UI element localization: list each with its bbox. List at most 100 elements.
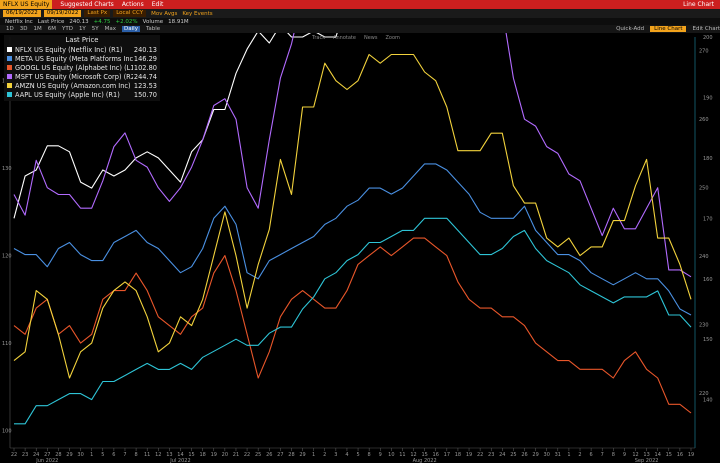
legend-swatch — [7, 56, 12, 61]
x-axis-tick-label: 25 — [255, 452, 261, 458]
right-axis-2-tick-label: 230 — [699, 323, 709, 329]
x-axis-tick-label: 11 — [144, 452, 150, 458]
legend-item[interactable]: AMZN US Equity (Amazon.com Inc) (L1) 123.… — [7, 81, 157, 90]
x-axis-tick-label: 1 — [312, 452, 315, 458]
price-field-select[interactable]: Last Px — [84, 10, 111, 17]
chart-type-select[interactable]: Line Chart — [650, 26, 687, 32]
x-axis-tick-label: 28 — [288, 452, 294, 458]
x-axis-tick-label: 8 — [368, 452, 371, 458]
key-events-toggle[interactable]: Key Events — [182, 11, 212, 17]
x-axis-tick-label: 22 — [11, 452, 17, 458]
series-line-meta — [13, 163, 692, 316]
x-axis-tick-label: 1 — [90, 452, 93, 458]
x-axis-tick-label: 6 — [112, 452, 115, 458]
x-axis-tick-label: 9 — [379, 452, 382, 458]
x-axis-tick-label: 30 — [544, 452, 550, 458]
legend-value: 123.53 — [133, 81, 157, 90]
x-axis-tick-label: 27 — [277, 452, 283, 458]
x-axis-tick-label: 15 — [666, 452, 672, 458]
x-axis-tick-label: 19 — [688, 452, 694, 458]
legend-item[interactable]: AAPL US Equity (Apple Inc) (R1) 150.70 — [7, 90, 157, 99]
chart-legend: Last Price NFLX US Equity (Netflix Inc) … — [4, 35, 160, 101]
x-axis-tick-label: 31 — [555, 452, 561, 458]
right-axis-1-tick-label: 160 — [703, 277, 713, 283]
volume-label: Volume — [142, 18, 164, 25]
legend-item[interactable]: MSFT US Equity (Microsoft Corp) (R2) 244.… — [7, 72, 157, 81]
window-title: Line Chart — [683, 1, 714, 8]
x-axis-tick-label: 10 — [388, 452, 394, 458]
x-axis-tick-label: 16 — [677, 452, 683, 458]
track-tool[interactable]: Track — [312, 35, 325, 41]
period-ytd[interactable]: YTD — [62, 26, 73, 32]
currency-select[interactable]: Local CCY — [113, 10, 147, 17]
right-axis-1-tick-label: 140 — [703, 398, 713, 404]
legend-value: 240.13 — [133, 45, 157, 54]
legend-swatch — [7, 74, 12, 79]
x-axis-tick-label: 26 — [266, 452, 272, 458]
zoom-tool[interactable]: Zoom — [386, 35, 400, 41]
period-1d[interactable]: 1D — [6, 26, 14, 32]
period-3d[interactable]: 3D — [20, 26, 28, 32]
news-tool[interactable]: News — [364, 35, 378, 41]
x-axis-tick-label: 5 — [101, 452, 104, 458]
x-axis-tick-label: 30 — [77, 452, 83, 458]
x-axis-tick-label: 22 — [244, 452, 250, 458]
right-axis-2-tick-label: 250 — [699, 186, 709, 192]
x-axis-month-label: Jul 2022 — [169, 458, 190, 463]
period-6m[interactable]: 6M — [48, 26, 56, 32]
x-axis-tick-label: 25 — [510, 452, 516, 458]
ticker-field[interactable]: NFLX US Equity — [0, 0, 53, 9]
right-axis-2-tick-label: 240 — [699, 254, 709, 260]
legend-label: AAPL US Equity (Apple Inc) (R1) — [15, 90, 120, 99]
right-axis-1-tick-label: 180 — [703, 156, 713, 162]
suggested-charts-menu[interactable]: Suggested Charts — [60, 1, 113, 8]
right-axis-2-tick-label: 270 — [699, 49, 709, 55]
legend-item[interactable]: GOOGL US Equity (Alphabet Inc) (L1) 102.8… — [7, 63, 157, 72]
period-1y[interactable]: 1Y — [79, 26, 86, 32]
legend-header: Last Price — [65, 36, 99, 44]
quote-bar: Netflix Inc Last Price 240.13 +4.75 +2.0… — [0, 18, 720, 25]
start-date-field[interactable]: 06/19/2022 — [3, 10, 41, 17]
end-date-field[interactable]: 09/19/2022 — [43, 10, 82, 17]
legend-item[interactable]: NFLX US Equity (Netflix Inc) (R1) 240.13 — [7, 45, 157, 54]
right-axis-2-tick-label: 260 — [699, 117, 709, 123]
legend-swatch — [7, 47, 12, 52]
price-change-pct: +2.02% — [115, 18, 138, 25]
legend-label: MSFT US Equity (Microsoft Corp) (R2) — [15, 72, 133, 81]
legend-value: 244.74 — [133, 72, 157, 81]
last-price-label: Last Price — [37, 18, 65, 25]
x-axis-tick-label: 2 — [323, 452, 326, 458]
x-axis-tick-label: 6 — [590, 452, 593, 458]
period-max[interactable]: Max — [105, 26, 116, 32]
legend-label: META US Equity (Meta Platforms Inc) (R1) — [15, 54, 133, 63]
table-button[interactable]: Table — [146, 26, 160, 32]
left-axis-tick-label: 120 — [2, 254, 12, 260]
legend-value: 102.80 — [133, 63, 157, 72]
period-5y[interactable]: 5Y — [92, 26, 99, 32]
range-bar: 06/19/2022 09/19/2022 Last Px Local CCY … — [0, 9, 720, 18]
frequency-select[interactable]: Daily — [122, 26, 140, 32]
x-axis-tick-label: 26 — [521, 452, 527, 458]
x-axis-month-label: Sep 2022 — [635, 458, 659, 463]
x-axis-tick-label: 18 — [199, 452, 205, 458]
security-name: Netflix Inc — [5, 18, 33, 25]
period-1m[interactable]: 1M — [33, 26, 41, 32]
legend-swatch — [7, 92, 12, 97]
x-axis-tick-label: 21 — [233, 452, 239, 458]
actions-menu[interactable]: Actions — [122, 1, 144, 8]
edit-menu[interactable]: Edit — [152, 1, 164, 8]
legend-label: GOOGL US Equity (Alphabet Inc) (L1) — [15, 63, 133, 72]
legend-item[interactable]: META US Equity (Meta Platforms Inc) (R1)… — [7, 54, 157, 63]
x-axis-tick-label: 8 — [612, 452, 615, 458]
quick-add-button[interactable]: Quick-Add — [616, 26, 644, 32]
x-axis-tick-label: 19 — [466, 452, 472, 458]
legend-value: 150.70 — [133, 90, 157, 99]
series-line-amzn — [13, 53, 692, 379]
mov-avgs-toggle[interactable]: Mov Avgs — [151, 11, 177, 17]
annotate-tool[interactable]: Annotate — [333, 35, 356, 41]
edit-chart-button[interactable]: Edit Chart — [692, 26, 720, 32]
legend-label: AMZN US Equity (Amazon.com Inc) (L1) — [15, 81, 133, 90]
x-axis-tick-label: 23 — [488, 452, 494, 458]
x-axis-tick-label: 2 — [578, 452, 581, 458]
x-axis-tick-label: 24 — [499, 452, 505, 458]
